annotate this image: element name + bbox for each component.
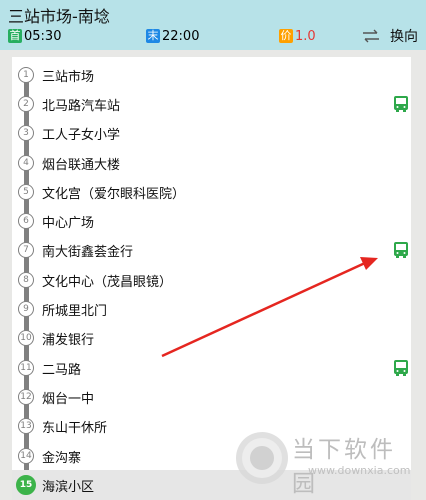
annotation-arrow <box>161 257 378 358</box>
watermark-url: www.downxia.com <box>308 464 411 477</box>
watermark: 当下软件园 www.downxia.com <box>232 428 412 497</box>
watermark-logo-icon <box>236 432 288 484</box>
